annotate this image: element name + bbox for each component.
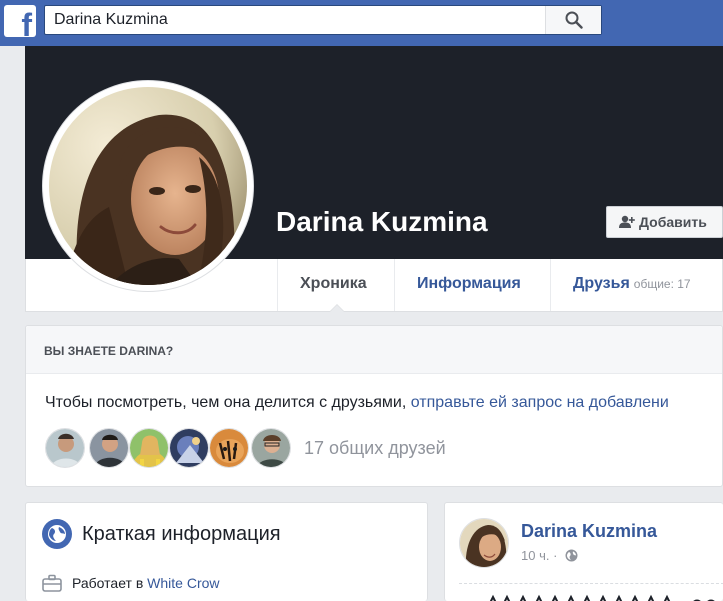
briefcase-icon bbox=[42, 574, 62, 592]
search-icon bbox=[565, 11, 583, 29]
workplace-link[interactable]: White Crow bbox=[147, 575, 219, 591]
tab-about-label: Информация bbox=[417, 275, 521, 292]
facebook-logo-icon[interactable]: f bbox=[4, 5, 36, 41]
post-card: Darina Kuzmina 10 ч. · bbox=[444, 502, 723, 601]
mutual-friend-avatar[interactable] bbox=[169, 428, 209, 468]
mutual-friend-avatar[interactable] bbox=[89, 428, 129, 468]
mutual-friend-avatar[interactable] bbox=[45, 428, 85, 468]
friends-count: общие: 17 bbox=[633, 277, 691, 291]
tab-friends[interactable]: Друзья общие: 17 bbox=[550, 259, 723, 311]
public-globe-icon bbox=[565, 549, 578, 562]
know-her-box: ВЫ ЗНАЕТЕ DARINA? Чтобы посмотреть, чем … bbox=[25, 325, 723, 487]
tab-timeline[interactable]: Хроника bbox=[277, 259, 395, 312]
mutual-friend-avatar[interactable] bbox=[209, 428, 249, 468]
mutual-friends-link[interactable]: 17 общих друзей bbox=[304, 438, 446, 459]
profile-picture[interactable] bbox=[42, 80, 254, 292]
post-meta: 10 ч. · bbox=[521, 548, 578, 563]
intro-title: Краткая информация bbox=[82, 523, 281, 545]
mutual-friend-avatar[interactable] bbox=[251, 428, 291, 468]
add-friend-button[interactable]: Добавить bbox=[606, 206, 723, 238]
post-author-name[interactable]: Darina Kuzmina bbox=[521, 521, 657, 542]
post-content-divider bbox=[459, 583, 723, 584]
know-box-text: Чтобы посмотреть, чем она делится с друз… bbox=[45, 394, 669, 412]
search-button[interactable] bbox=[545, 6, 601, 34]
post-time[interactable]: 10 ч. · bbox=[521, 548, 557, 563]
profile-photo-image bbox=[49, 87, 247, 285]
search-input[interactable] bbox=[45, 6, 545, 34]
know-box-description: Чтобы посмотреть, чем она делится с друз… bbox=[45, 394, 411, 411]
logo-letter: f bbox=[21, 7, 32, 43]
tab-about[interactable]: Информация bbox=[394, 259, 550, 311]
work-info: Работает в White Crow bbox=[72, 575, 220, 591]
know-box-title: ВЫ ЗНАЕТЕ DARINA? bbox=[26, 326, 722, 374]
add-friend-label: Добавить bbox=[639, 214, 707, 230]
intro-card: Краткая информация Работает в White Crow bbox=[25, 502, 428, 601]
search-box bbox=[44, 5, 602, 35]
mutual-friend-avatar[interactable] bbox=[129, 428, 169, 468]
tab-friends-label: Друзья bbox=[573, 275, 630, 292]
globe-icon bbox=[42, 519, 72, 549]
send-request-link[interactable]: отправьте ей запрос на добавлени bbox=[411, 394, 669, 411]
post-content-cutoff bbox=[459, 591, 723, 601]
profile-name[interactable]: Darina Kuzmina bbox=[276, 206, 488, 238]
active-tab-indicator bbox=[328, 304, 345, 312]
profile-photo bbox=[49, 87, 247, 285]
work-prefix: Работает в bbox=[72, 575, 148, 591]
add-friend-icon bbox=[619, 215, 635, 228]
tab-timeline-label: Хроника bbox=[300, 275, 367, 292]
post-author-avatar[interactable] bbox=[459, 518, 509, 568]
top-bar: f bbox=[0, 0, 723, 46]
